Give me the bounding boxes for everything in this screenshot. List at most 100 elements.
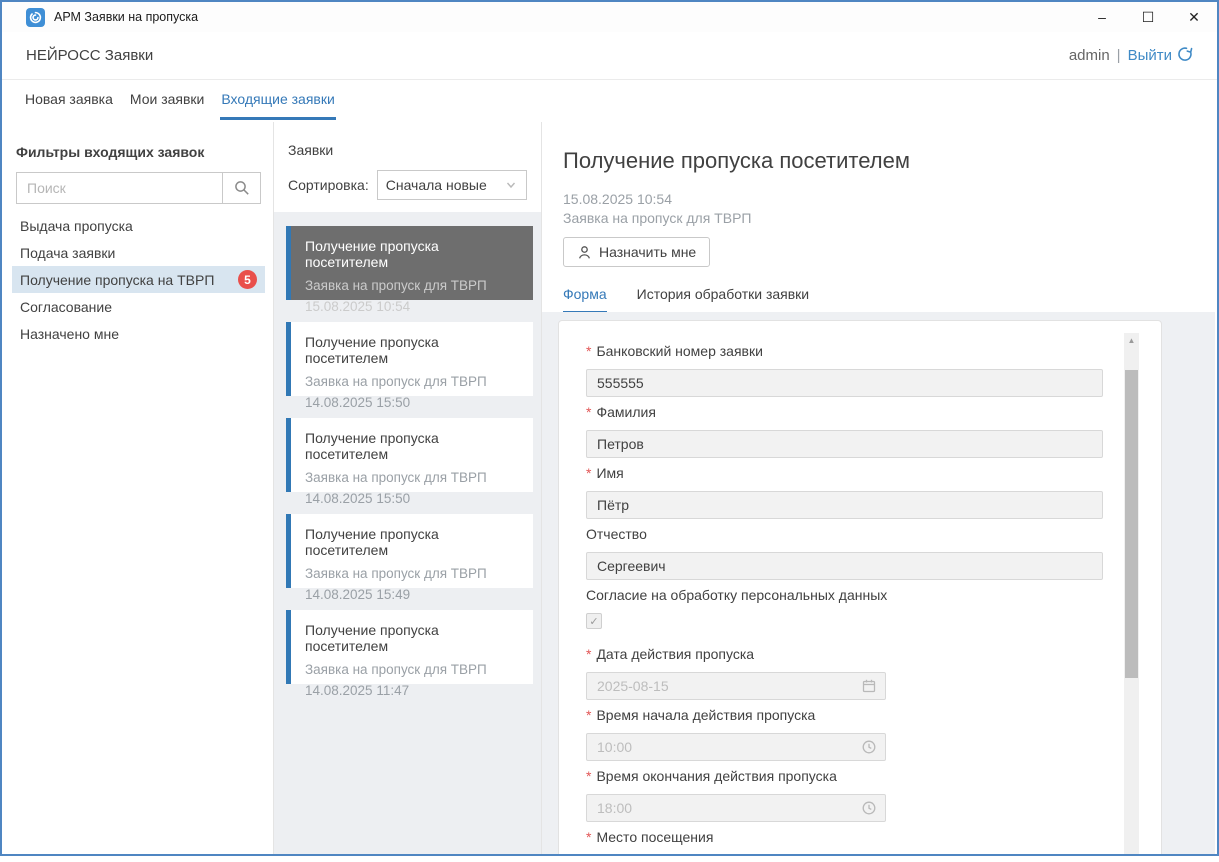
detail-tabbar: Форма История обработки заявки [563,286,1215,314]
lastname-input[interactable]: Петров [586,430,1103,458]
window-title: АРМ Заявки на пропуска [54,10,198,24]
detail-header: Получение пропуска посетителем 15.08.202… [542,122,1215,312]
request-card[interactable]: Получение пропуска посетителем Заявка на… [286,418,533,492]
request-card[interactable]: Получение пропуска посетителем Заявка на… [286,322,533,396]
request-card-title: Получение пропуска посетителем [305,430,519,462]
detail-subtitle: Заявка на пропуск для ТВРП [563,209,1215,228]
requests-header: Заявки Сортировка: Сначала новые [274,122,541,212]
assign-to-me-button[interactable]: Назначить мне [563,237,710,267]
filter-item-pass-issue[interactable]: Выдача пропуска [12,212,265,239]
sort-label: Сортировка: [288,177,369,193]
filter-item-tvrp-pass[interactable]: Получение пропуска на ТВРП 5 [12,266,265,293]
request-card-subtitle: Заявка на пропуск для ТВРП [305,371,519,392]
requests-list: Получение пропуска посетителем Заявка на… [274,212,541,854]
title-bar: АРМ Заявки на пропуска – ☐ ✕ [2,2,1217,32]
tab-my-requests[interactable]: Мои заявки [129,80,205,120]
app-logo-icon [26,8,45,27]
required-mark: * [586,465,591,481]
detail-date: 15.08.2025 10:54 [563,190,1215,209]
required-mark: * [586,707,591,723]
request-card-date: 14.08.2025 15:50 [305,488,519,509]
request-card[interactable]: Получение пропуска посетителем Заявка на… [286,610,533,684]
request-card-date: 14.08.2025 15:50 [305,392,519,413]
request-card-title: Получение пропуска посетителем [305,334,519,366]
clock-icon [861,739,877,758]
request-card-title: Получение пропуска посетителем [305,238,519,270]
brand-title: НЕЙРОСС Заявки [26,47,153,64]
filter-item-assigned-to-me[interactable]: Назначено мне [12,320,265,347]
required-mark: * [586,404,591,420]
consent-checkbox[interactable]: ✓ [586,613,602,629]
calendar-icon [861,678,877,697]
field-label-lastname: *Фамилия [586,404,1101,420]
app-header: НЕЙРОСС Заявки admin | Выйти [2,32,1217,80]
user-name: admin [1069,47,1110,64]
visit-place-input[interactable] [586,855,1103,856]
request-card-date: 15.08.2025 10:54 [305,296,519,317]
request-card-subtitle: Заявка на пропуск для ТВРП [305,563,519,584]
search-input[interactable] [17,173,222,203]
middlename-input[interactable]: Сергеевич [586,552,1103,580]
field-label-pass-date: *Дата действия пропуска [586,646,1101,662]
request-card-date: 14.08.2025 15:49 [305,584,519,605]
field-label-end-time: *Время окончания действия пропуска [586,768,1101,784]
request-card-date: 14.08.2025 11:47 [305,680,519,701]
form-tab-content: *Банковский номер заявки 555555 *Фамилия… [542,312,1215,854]
filters-sidebar: Фильтры входящих заявок Выдача пропуска … [4,122,274,854]
filter-item-request-submit[interactable]: Подача заявки [12,239,265,266]
search-icon [233,179,251,197]
logout-link[interactable]: Выйти [1128,46,1193,66]
request-card-title: Получение пропуска посетителем [305,622,519,654]
sort-select[interactable]: Сначала новые [377,170,527,200]
tab-new-request[interactable]: Новая заявка [24,80,114,120]
separator: | [1117,47,1121,64]
detail-title: Получение пропуска посетителем [563,148,1215,174]
app-window: АРМ Заявки на пропуска – ☐ ✕ НЕЙРОСС Зая… [0,0,1219,856]
request-card[interactable]: Получение пропуска посетителем Заявка на… [286,514,533,588]
field-label-bank-number: *Банковский номер заявки [586,343,1101,359]
filter-list: Выдача пропуска Подача заявки Получение … [12,212,265,347]
end-time-input[interactable]: 18:00 [586,794,886,822]
person-icon [577,245,592,260]
tab-history[interactable]: История обработки заявки [637,286,809,314]
scrollbar-thumb[interactable] [1125,370,1138,678]
filters-title: Фильтры входящих заявок [16,144,261,160]
tab-incoming-requests[interactable]: Входящие заявки [220,80,335,120]
sort-value: Сначала новые [386,177,487,193]
required-mark: * [586,829,591,845]
pass-date-input[interactable]: 2025-08-15 [586,672,886,700]
check-icon: ✓ [589,615,598,628]
required-mark: * [586,646,591,662]
field-label-visit-place: *Место посещения [586,829,1101,845]
minimize-button[interactable]: – [1079,2,1125,32]
filter-label: Получение пропуска на ТВРП [20,272,214,288]
request-card-title: Получение пропуска посетителем [305,526,519,558]
requests-column: Заявки Сортировка: Сначала новые Получен… [274,122,542,854]
field-label-consent: Согласие на обработку персональных данны… [586,587,1101,603]
chevron-down-icon [504,178,518,192]
filter-label: Согласование [20,299,112,315]
filter-item-approval[interactable]: Согласование [12,293,265,320]
firstname-input[interactable]: Пётр [586,491,1103,519]
search-button[interactable] [222,173,260,203]
close-button[interactable]: ✕ [1171,2,1217,32]
search-box [16,172,261,204]
requests-title: Заявки [288,142,527,158]
count-badge: 5 [238,270,257,289]
filter-label: Подача заявки [20,245,115,261]
field-label-firstname: *Имя [586,465,1101,481]
maximize-button[interactable]: ☐ [1125,2,1171,32]
request-card-subtitle: Заявка на пропуск для ТВРП [305,659,519,680]
filter-label: Назначено мне [20,326,119,342]
request-card[interactable]: Получение пропуска посетителем Заявка на… [286,226,533,300]
bank-number-input[interactable]: 555555 [586,369,1103,397]
form-scrollbar[interactable]: ▲ [1124,333,1139,856]
tab-form[interactable]: Форма [563,286,607,314]
start-time-input[interactable]: 10:00 [586,733,886,761]
field-label-start-time: *Время начала действия пропуска [586,707,1101,723]
scroll-up-arrow[interactable]: ▲ [1124,333,1139,348]
required-mark: * [586,343,591,359]
logout-icon [1177,46,1193,66]
assign-button-label: Назначить мне [599,244,696,260]
main-tabbar: Новая заявка Мои заявки Входящие заявки [2,80,1217,120]
